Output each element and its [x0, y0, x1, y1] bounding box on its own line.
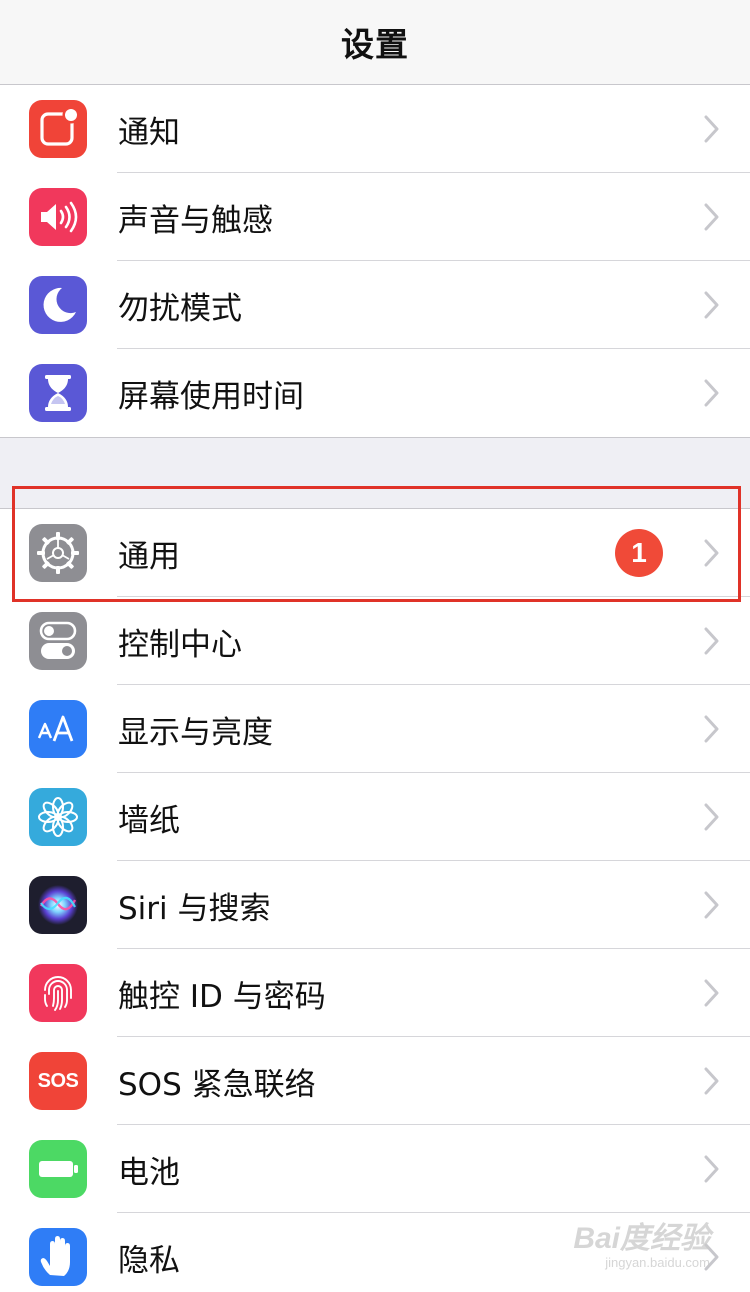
notifications-icon	[29, 100, 87, 158]
settings-row-label: 触控 ID 与密码	[118, 978, 326, 1015]
chevron-right-icon	[704, 627, 719, 655]
chevron-right-icon	[704, 539, 719, 567]
settings-row-label: Siri 与搜索	[118, 890, 271, 927]
settings-row-battery[interactable]: 电池	[0, 1125, 750, 1213]
group-spacer	[0, 438, 750, 508]
toggles-icon	[29, 612, 87, 670]
fingerprint-icon	[29, 964, 87, 1022]
settings-group-2: 通用 1 控制中心 显示与亮度 墙纸 Siri 与搜索 触控 ID 与密码 SO…	[0, 508, 750, 1292]
settings-row-label: SOS 紧急联络	[118, 1066, 316, 1103]
chevron-right-icon	[704, 115, 719, 143]
gear-icon	[29, 524, 87, 582]
settings-group-1: 通知 声音与触感 勿扰模式 屏幕使用时间	[0, 85, 750, 438]
settings-row-touch-id-passcode[interactable]: 触控 ID 与密码	[0, 949, 750, 1037]
sos-icon: SOS	[29, 1052, 87, 1110]
settings-row-label: 勿扰模式	[118, 290, 242, 327]
settings-row-do-not-disturb[interactable]: 勿扰模式	[0, 261, 750, 349]
settings-row-label: 电池	[118, 1154, 180, 1191]
settings-row-label: 声音与触感	[118, 202, 273, 239]
hand-icon	[29, 1228, 87, 1286]
settings-row-screen-time[interactable]: 屏幕使用时间	[0, 349, 750, 437]
settings-row-label: 控制中心	[118, 626, 242, 663]
settings-row-label: 屏幕使用时间	[118, 378, 304, 415]
settings-row-display-brightness[interactable]: 显示与亮度	[0, 685, 750, 773]
watermark-logo-text: Bai度经验	[573, 1222, 710, 1255]
watermark: Bai度经验 jingyan.baidu.com	[573, 1213, 710, 1270]
chevron-right-icon	[704, 891, 719, 919]
chevron-right-icon	[704, 803, 719, 831]
watermark-url: jingyan.baidu.com	[605, 1255, 710, 1270]
sounds-icon	[29, 188, 87, 246]
hourglass-icon	[29, 364, 87, 422]
settings-row-emergency-sos[interactable]: SOS SOS 紧急联络	[0, 1037, 750, 1125]
settings-row-notifications[interactable]: 通知	[0, 85, 750, 173]
settings-row-label: 通知	[118, 114, 180, 151]
text-size-icon	[29, 700, 87, 758]
chevron-right-icon	[704, 979, 719, 1007]
chevron-right-icon	[704, 1155, 719, 1183]
sos-icon-text: SOS	[37, 1069, 79, 1092]
navigation-bar: 设置	[0, 0, 750, 85]
battery-icon	[29, 1140, 87, 1198]
chevron-right-icon	[704, 715, 719, 743]
flower-icon	[29, 788, 87, 846]
settings-row-general[interactable]: 通用 1	[0, 509, 750, 597]
chevron-right-icon	[704, 203, 719, 231]
chevron-right-icon	[704, 291, 719, 319]
settings-row-sounds[interactable]: 声音与触感	[0, 173, 750, 261]
chevron-right-icon	[704, 379, 719, 407]
settings-row-label: 隐私	[118, 1242, 180, 1279]
moon-icon	[29, 276, 87, 334]
page-title: 设置	[341, 25, 409, 64]
settings-row-label: 显示与亮度	[118, 714, 273, 751]
settings-row-control-center[interactable]: 控制中心	[0, 597, 750, 685]
settings-row-siri-search[interactable]: Siri 与搜索	[0, 861, 750, 949]
siri-icon	[29, 876, 87, 934]
settings-row-label: 墙纸	[118, 802, 180, 839]
settings-row-label: 通用	[118, 538, 180, 575]
notification-badge: 1	[615, 529, 663, 577]
settings-screen: 设置 通知 声音与触感 勿扰模式 屏幕使用时间 通用 1 控制中心 显示与亮度 …	[0, 0, 750, 1292]
settings-row-wallpaper[interactable]: 墙纸	[0, 773, 750, 861]
chevron-right-icon	[704, 1067, 719, 1095]
